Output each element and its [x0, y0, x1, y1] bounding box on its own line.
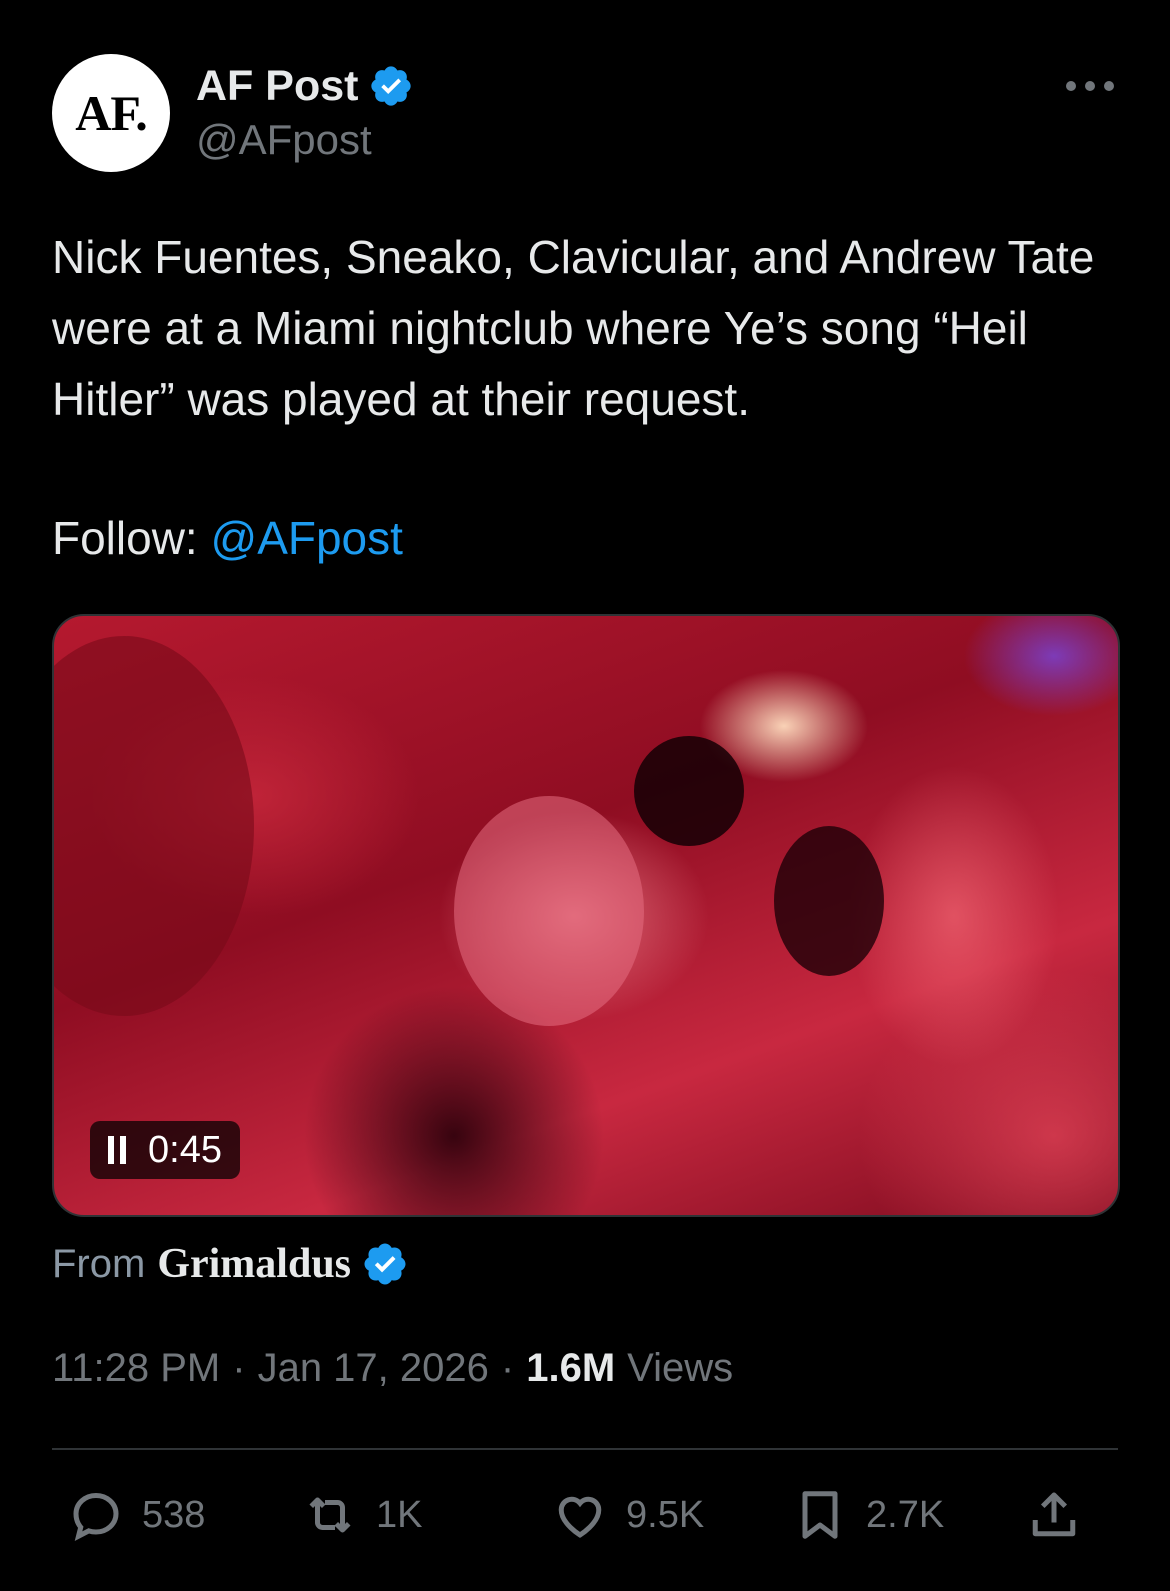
bookmark-button[interactable]: 2.7K — [790, 1480, 944, 1550]
reply-button[interactable]: 538 — [66, 1480, 205, 1550]
reply-icon — [73, 1492, 119, 1542]
action-bar: 538 1K 9.5K 2.7K — [52, 1480, 1122, 1550]
meta-separator: · — [500, 1346, 515, 1390]
tweet-date[interactable]: Jan 17, 2026 — [258, 1346, 489, 1391]
meta-separator: · — [232, 1346, 246, 1390]
bookmark-count: 2.7K — [866, 1493, 945, 1536]
video-badge[interactable]: 0:45 — [90, 1121, 240, 1179]
repost-count: 1K — [376, 1493, 423, 1536]
source-attribution: From Grimaldus — [52, 1240, 409, 1288]
follow-line: Follow: @AFpost — [52, 503, 403, 574]
video-frame-figure — [454, 796, 644, 1026]
follow-label: Follow: — [52, 512, 198, 564]
more-options-icon[interactable] — [1066, 76, 1114, 96]
video-duration: 0:45 — [148, 1128, 222, 1171]
tweet-time[interactable]: 11:28 PM — [52, 1346, 220, 1391]
verified-badge-icon — [371, 66, 412, 106]
source-name-link[interactable]: Grimaldus — [157, 1240, 351, 1288]
pause-icon[interactable] — [108, 1136, 126, 1164]
share-icon — [1032, 1492, 1076, 1537]
like-button[interactable]: 9.5K — [550, 1480, 704, 1550]
tweet-text: Nick Fuentes, Sneako, Clavicular, and An… — [52, 231, 1095, 425]
follow-mention-link[interactable]: @AFpost — [211, 512, 403, 564]
author-handle[interactable]: @AFpost — [196, 116, 414, 164]
reply-count: 538 — [142, 1493, 206, 1536]
divider — [52, 1448, 1118, 1450]
like-count: 9.5K — [626, 1493, 705, 1536]
share-button[interactable] — [1024, 1480, 1084, 1550]
video-player[interactable]: 0:45 — [52, 614, 1120, 1217]
bookmark-icon — [802, 1491, 838, 1539]
tweet-meta: 11:28 PM · Jan 17, 2026 · 1.6M Views — [52, 1346, 733, 1391]
verified-badge-icon — [364, 1243, 406, 1285]
repost-icon — [309, 1497, 351, 1533]
author-display-name[interactable]: AF Post — [196, 62, 358, 111]
views-label: Views — [627, 1346, 734, 1390]
heart-icon — [558, 1496, 602, 1538]
tweet-header: AF. AF Post @AFpost — [52, 54, 1118, 174]
author-names: AF Post @AFpost — [196, 58, 414, 164]
video-frame-figure — [774, 826, 884, 976]
from-label: From — [52, 1241, 146, 1286]
views-count: 1.6M — [526, 1346, 616, 1390]
video-frame-figure — [634, 736, 744, 846]
avatar[interactable]: AF. — [52, 54, 170, 172]
video-frame-figure — [54, 636, 254, 1016]
repost-button[interactable]: 1K — [300, 1480, 422, 1550]
author-display-name-row[interactable]: AF Post — [196, 58, 414, 114]
